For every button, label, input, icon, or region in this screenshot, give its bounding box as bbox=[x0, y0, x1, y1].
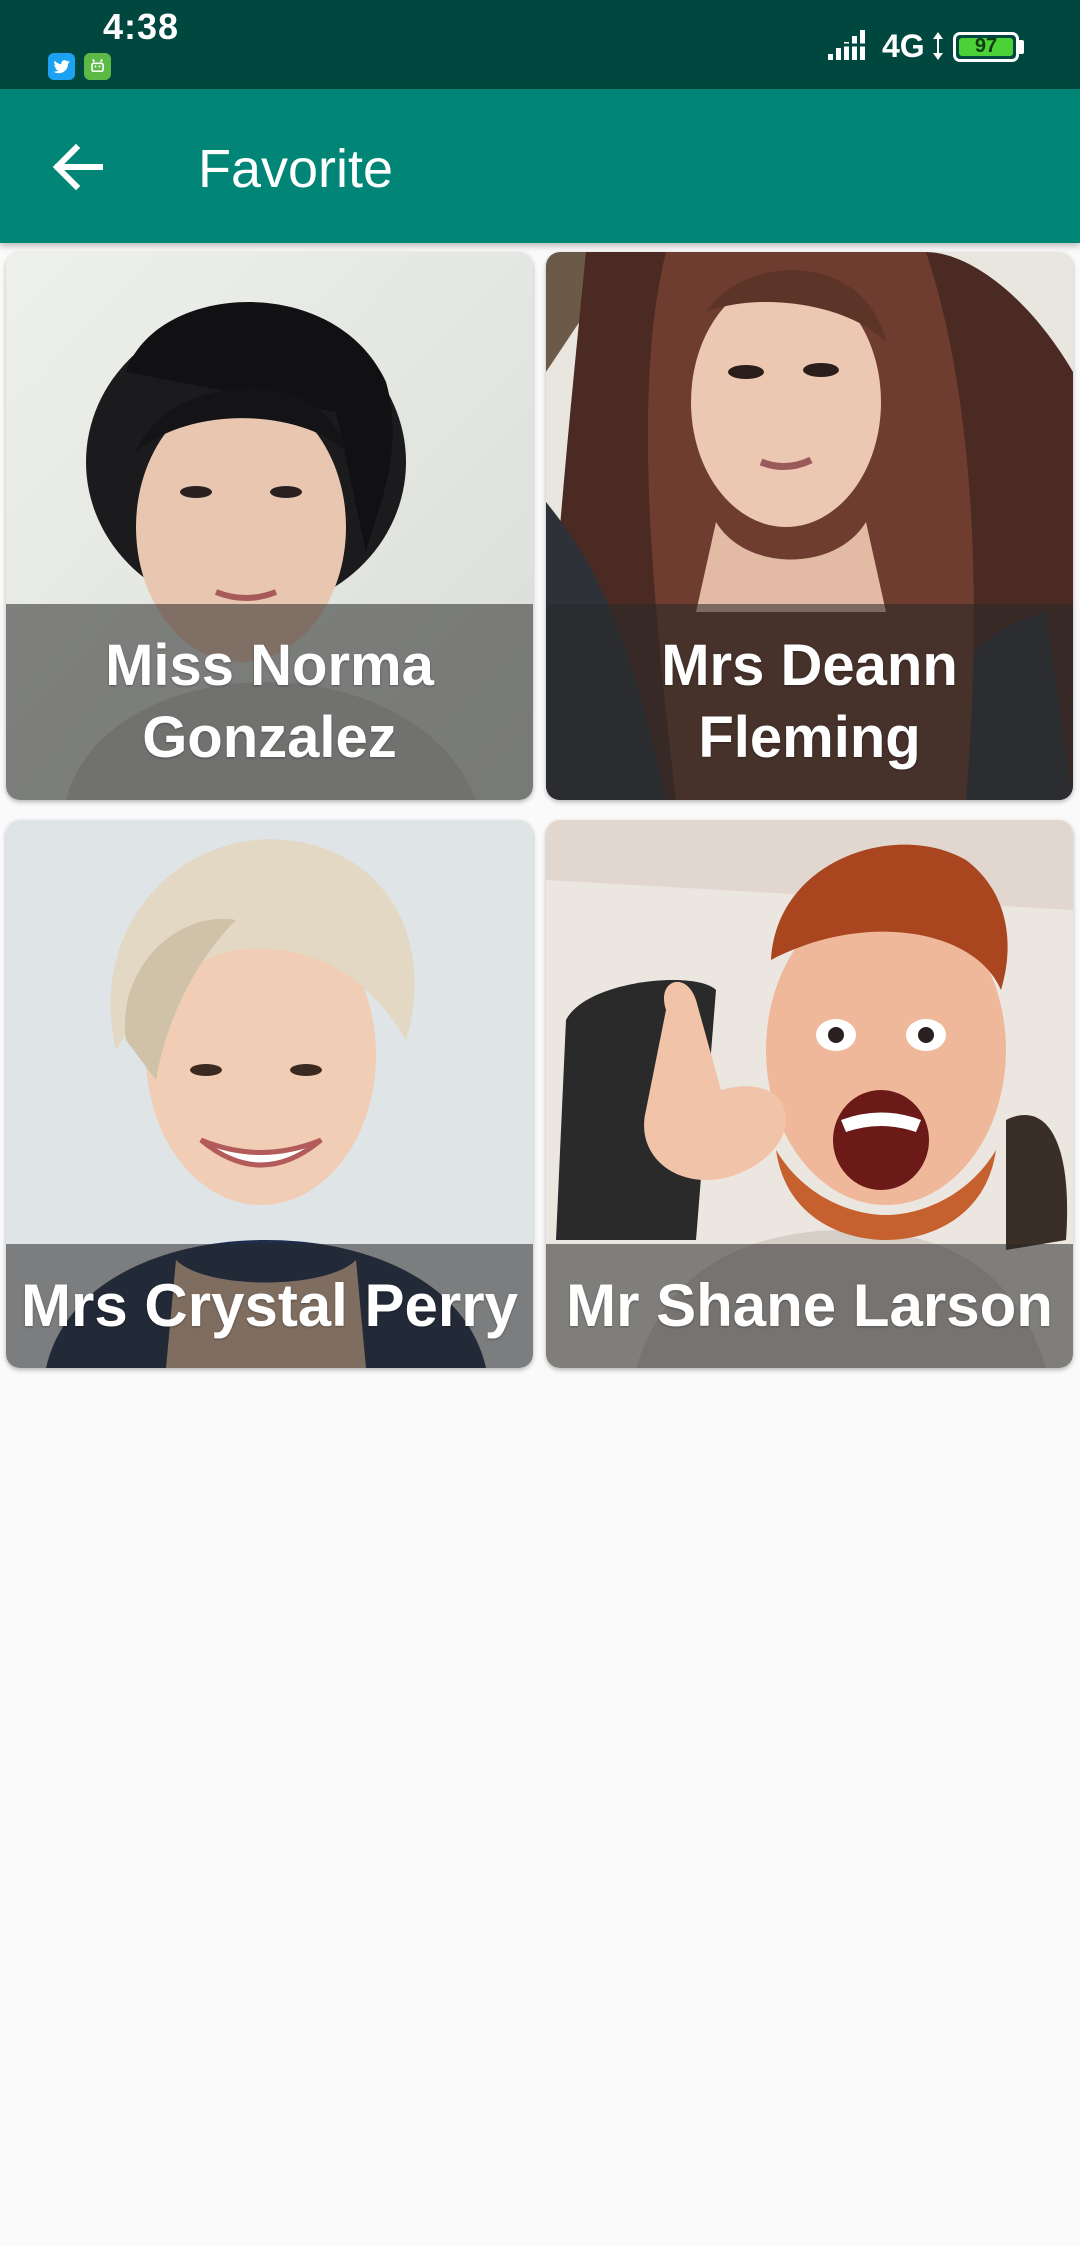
name-overlay: Miss Norma Gonzalez bbox=[6, 604, 533, 800]
arrow-left-icon bbox=[52, 143, 103, 191]
favorite-card[interactable]: Mr Shane Larson bbox=[546, 820, 1073, 1368]
name-overlay: Mrs Crystal Perry bbox=[6, 1244, 533, 1368]
contact-name: Miss Norma Gonzalez bbox=[105, 633, 434, 770]
back-button[interactable] bbox=[36, 127, 116, 207]
status-time: 4:38 bbox=[103, 6, 180, 47]
battery-icon: 97 bbox=[953, 32, 1019, 62]
contact-name: Mr Shane Larson bbox=[566, 1272, 1053, 1339]
contact-name: Mrs Crystal Perry bbox=[21, 1272, 518, 1339]
favorite-card[interactable]: Mrs Crystal Perry bbox=[6, 820, 533, 1368]
name-overlay: Mr Shane Larson bbox=[546, 1244, 1073, 1368]
network-type: 4G bbox=[882, 28, 925, 64]
signal-icon bbox=[828, 30, 870, 60]
page-title: Favorite bbox=[198, 139, 394, 199]
favorite-card[interactable]: Miss Norma Gonzalez bbox=[6, 252, 533, 800]
android-icon bbox=[84, 53, 111, 80]
battery-level: 97 bbox=[974, 35, 998, 57]
app-bar: Favorite bbox=[0, 89, 1080, 243]
favorite-card[interactable]: Mrs Deann Fleming bbox=[546, 252, 1073, 800]
name-overlay: Mrs Deann Fleming bbox=[546, 604, 1073, 800]
contact-name: Mrs Deann Fleming bbox=[661, 633, 958, 770]
twitter-icon bbox=[48, 53, 75, 80]
status-bar: 4:38 4G 97 bbox=[0, 0, 1080, 89]
data-activity-icon bbox=[933, 32, 943, 60]
battery-tip bbox=[1019, 40, 1024, 54]
